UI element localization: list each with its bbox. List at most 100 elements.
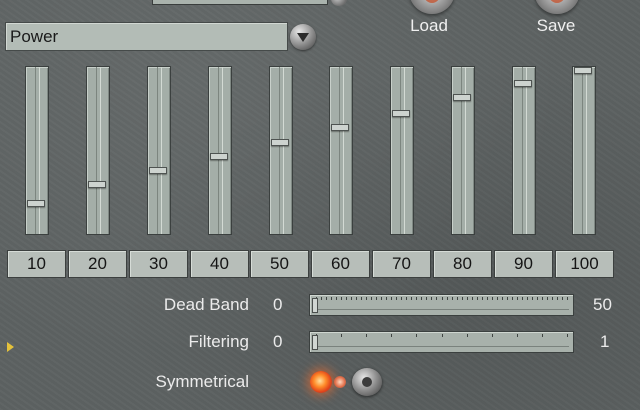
slider-tick bbox=[371, 297, 373, 300]
symmetrical-label: Symmetrical bbox=[155, 372, 249, 391]
load-button-label: Load bbox=[410, 16, 448, 35]
slider-tick bbox=[391, 334, 393, 337]
eq-slider-thumb[interactable] bbox=[453, 94, 471, 101]
slider-tick bbox=[531, 297, 533, 300]
eq-slider-groove bbox=[96, 67, 101, 234]
slider-tick bbox=[506, 297, 508, 300]
slider-tick bbox=[516, 297, 518, 300]
slider-tick bbox=[331, 297, 333, 300]
eq-slider-30[interactable] bbox=[147, 66, 171, 235]
eq-slider-groove bbox=[279, 67, 284, 234]
eq-slider-thumb[interactable] bbox=[210, 153, 228, 160]
frequency-label-30: 30 bbox=[129, 250, 188, 278]
eq-slider-thumb[interactable] bbox=[271, 139, 289, 146]
preset-dropdown-button[interactable] bbox=[290, 24, 316, 50]
top-knob-icon[interactable] bbox=[331, 0, 347, 6]
filtering-thumb[interactable] bbox=[312, 335, 318, 350]
frequency-label-40: 40 bbox=[190, 250, 249, 278]
slider-tick bbox=[381, 297, 383, 300]
eq-slider-thumb[interactable] bbox=[514, 80, 532, 87]
slider-tick bbox=[401, 297, 403, 300]
frequency-label-70: 70 bbox=[372, 250, 431, 278]
slider-tick bbox=[541, 297, 543, 300]
eq-slider-10[interactable] bbox=[25, 66, 49, 235]
dead-band-thumb[interactable] bbox=[312, 298, 318, 313]
slider-tick bbox=[501, 297, 503, 300]
eq-slider-thumb[interactable] bbox=[392, 110, 410, 117]
expand-arrow-icon[interactable] bbox=[7, 342, 14, 352]
eq-slider-60[interactable] bbox=[329, 66, 353, 235]
slider-tick bbox=[351, 297, 353, 300]
load-button[interactable] bbox=[409, 0, 455, 14]
slider-tick bbox=[511, 297, 513, 300]
frequency-label-60: 60 bbox=[311, 250, 370, 278]
eq-slider-groove bbox=[522, 67, 527, 234]
slider-tick bbox=[516, 334, 518, 337]
top-value-field[interactable] bbox=[152, 0, 328, 5]
slider-tick bbox=[446, 297, 448, 300]
eq-slider-40[interactable] bbox=[208, 66, 232, 235]
slider-tick bbox=[541, 334, 543, 337]
slider-tick bbox=[321, 297, 323, 300]
slider-tick bbox=[546, 297, 548, 300]
slider-tick bbox=[416, 297, 418, 300]
slider-tick bbox=[476, 297, 478, 300]
slider-tick bbox=[361, 297, 363, 300]
eq-slider-70[interactable] bbox=[390, 66, 414, 235]
slider-tick bbox=[366, 297, 368, 300]
eq-slider-thumb[interactable] bbox=[149, 167, 167, 174]
slider-tick bbox=[491, 334, 493, 337]
save-button-label: Save bbox=[536, 16, 576, 35]
slider-tick bbox=[526, 297, 528, 300]
slider-tick bbox=[567, 334, 568, 337]
slider-tick bbox=[567, 297, 568, 300]
preset-select[interactable]: Power bbox=[5, 22, 288, 51]
toggle-knob-icon[interactable] bbox=[352, 368, 382, 396]
filtering-slider[interactable] bbox=[309, 331, 574, 353]
slider-tick bbox=[411, 297, 413, 300]
eq-slider-groove bbox=[339, 67, 344, 234]
eq-slider-90[interactable] bbox=[512, 66, 536, 235]
slider-tick bbox=[441, 297, 443, 300]
frequency-label-20: 20 bbox=[68, 250, 127, 278]
dead-band-min: 0 bbox=[273, 295, 283, 314]
slider-tick bbox=[561, 297, 563, 300]
eq-slider-50[interactable] bbox=[269, 66, 293, 235]
dead-band-ticks bbox=[316, 297, 568, 301]
frequency-label-100: 100 bbox=[555, 250, 614, 278]
slider-tick bbox=[556, 297, 558, 300]
slider-tick bbox=[481, 297, 483, 300]
eq-slider-thumb[interactable] bbox=[27, 200, 45, 207]
slider-tick bbox=[366, 334, 368, 337]
chevron-down-icon bbox=[297, 33, 309, 42]
eq-slider-100[interactable] bbox=[572, 66, 596, 235]
slider-tick bbox=[521, 297, 523, 300]
filtering-label: Filtering bbox=[188, 332, 249, 351]
dead-band-max: 50 bbox=[593, 295, 612, 314]
eq-slider-thumb[interactable] bbox=[331, 124, 349, 131]
dead-band-track bbox=[314, 309, 569, 310]
slider-tick bbox=[431, 297, 433, 300]
frequency-label-50: 50 bbox=[250, 250, 309, 278]
eq-slider-thumb[interactable] bbox=[574, 67, 592, 74]
symmetrical-toggle[interactable] bbox=[306, 366, 386, 398]
eq-slider-groove bbox=[157, 67, 162, 234]
eq-slider-groove bbox=[35, 67, 40, 234]
slider-tick bbox=[396, 297, 398, 300]
save-button[interactable] bbox=[534, 0, 580, 14]
filtering-track bbox=[314, 346, 569, 347]
slider-tick bbox=[456, 297, 458, 300]
filtering-max: 1 bbox=[600, 332, 610, 351]
eq-slider-20[interactable] bbox=[86, 66, 110, 235]
slider-tick bbox=[461, 297, 463, 300]
slider-tick bbox=[341, 297, 343, 300]
dead-band-slider[interactable] bbox=[309, 294, 574, 316]
slider-tick bbox=[391, 297, 393, 300]
eq-slider-80[interactable] bbox=[451, 66, 475, 235]
slider-tick bbox=[466, 297, 468, 300]
slider-tick bbox=[536, 297, 538, 300]
slider-tick bbox=[326, 297, 328, 300]
led-glow-icon bbox=[334, 376, 346, 388]
eq-slider-thumb[interactable] bbox=[88, 181, 106, 188]
eq-slider-groove bbox=[400, 67, 405, 234]
